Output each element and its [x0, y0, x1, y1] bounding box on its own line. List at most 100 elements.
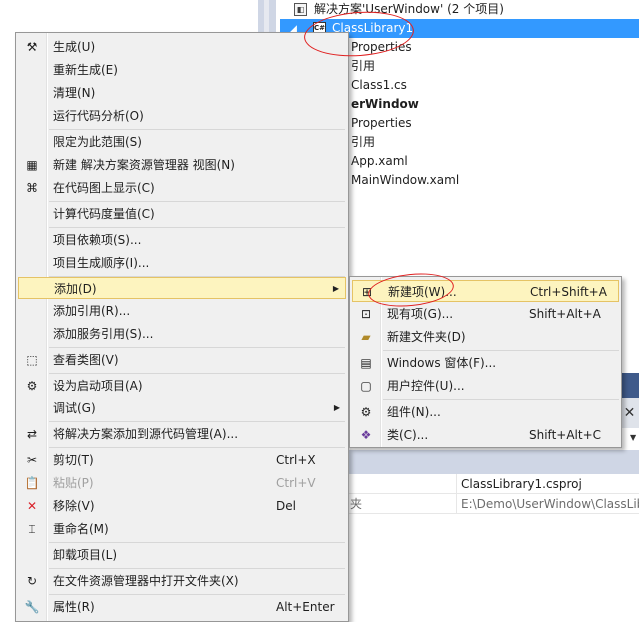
- menu-item-add-service-reference[interactable]: 添加服务引用(S)...: [18, 323, 346, 345]
- menu-separator: [49, 594, 345, 595]
- menu-item-label: 组件(N)...: [387, 405, 441, 419]
- menu-item-label: 用户控件(U)...: [387, 379, 465, 393]
- menu-item-new-explorer-view[interactable]: ▦ 新建 解决方案资源管理器 视图(N): [18, 154, 346, 176]
- menu-item-code-metrics[interactable]: 计算代码度量值(C): [18, 203, 346, 225]
- tree-item-label: Properties: [351, 40, 412, 54]
- menu-item-windows-form[interactable]: ▤ Windows 窗体(F)...: [352, 352, 619, 374]
- menu-separator: [49, 568, 345, 569]
- menu-item-shortcut: Ctrl+X: [276, 453, 316, 467]
- source-control-icon: ⇄: [26, 427, 38, 441]
- menu-item-debug[interactable]: 调试(G) ▶: [18, 397, 346, 419]
- tree-item-label: Properties: [351, 116, 412, 130]
- menu-item-add-reference[interactable]: 添加引用(R)...: [18, 300, 346, 322]
- menu-item-rename[interactable]: ⌶ 重命名(M): [18, 518, 346, 540]
- menu-item-label: 重命名(M): [53, 522, 109, 536]
- properties-header: [340, 450, 639, 474]
- menu-item-new-item[interactable]: ⊞ 新建项(W)... Ctrl+Shift+A: [352, 280, 619, 302]
- tree-item[interactable]: Properties: [351, 38, 412, 57]
- menu-item-project-dependencies[interactable]: 项目依赖项(S)...: [18, 229, 346, 251]
- menu-item-properties[interactable]: 🔧 属性(R) Alt+Enter: [18, 596, 346, 618]
- menu-item-remove[interactable]: ✕ 移除(V) Del: [18, 495, 346, 517]
- menu-separator: [383, 399, 619, 400]
- menu-item-shortcut: Shift+Alt+C: [529, 428, 602, 442]
- code-map-icon: ⌘: [26, 181, 38, 195]
- menu-item-new-folder[interactable]: ▰ 新建文件夹(D): [352, 326, 619, 348]
- menu-item-component[interactable]: ⚙ 组件(N)...: [352, 401, 619, 423]
- menu-item-label: 添加服务引用(S)...: [53, 327, 154, 341]
- menu-separator: [49, 201, 345, 202]
- menu-item-label: 添加(D): [54, 282, 97, 296]
- property-key: 夹: [350, 497, 363, 511]
- menu-item-user-control[interactable]: ▢ 用户控件(U)...: [352, 375, 619, 397]
- menu-item-shortcut: Ctrl+V: [276, 476, 316, 490]
- menu-item-class[interactable]: ❖ 类(C)... Shift+Alt+C: [352, 424, 619, 446]
- tree-item-label: Class1.cs: [351, 78, 407, 92]
- windows-form-icon: ▤: [360, 356, 372, 370]
- tree-item[interactable]: Class1.cs: [351, 76, 407, 95]
- paste-icon: 📋: [24, 476, 40, 490]
- menu-item-view-class-diagram[interactable]: ⬚ 查看类图(V): [18, 349, 346, 371]
- menu-item-code-analysis[interactable]: 运行代码分析(O): [18, 105, 346, 127]
- table-row[interactable]: ClassLibrary1.csproj: [340, 474, 639, 494]
- menu-item-cut[interactable]: ✂ 剪切(T) Ctrl+X: [18, 449, 346, 471]
- menu-item-label: 属性(R): [53, 600, 95, 614]
- menu-separator: [49, 227, 345, 228]
- menu-item-label: 类(C)...: [387, 428, 429, 442]
- wrench-icon: 🔧: [24, 600, 40, 614]
- tree-item[interactable]: erWindow: [351, 95, 419, 114]
- menu-item-add-to-source-control[interactable]: ⇄ 将解决方案添加到源代码管理(A)...: [18, 423, 346, 445]
- tree-item-label: 引用: [351, 135, 376, 149]
- menu-item-scope-to-this[interactable]: 限定为此范围(S): [18, 131, 346, 153]
- menu-item-label: 现有项(G)...: [387, 307, 454, 321]
- menu-item-build-order[interactable]: 项目生成顺序(I)...: [18, 252, 346, 274]
- menu-separator: [49, 347, 345, 348]
- menu-item-label: 设为启动项目(A): [53, 379, 143, 393]
- menu-item-shortcut: Shift+Alt+A: [529, 307, 601, 321]
- menu-item-label: 在文件资源管理器中打开文件夹(X): [53, 574, 239, 588]
- tree-item-label: App.xaml: [351, 154, 408, 168]
- solution-label: 解决方案'UserWindow' (2 个项目): [314, 2, 504, 16]
- menu-item-label: 项目依赖项(S)...: [53, 233, 142, 247]
- menu-item-rebuild[interactable]: 重新生成(E): [18, 59, 346, 81]
- tree-item[interactable]: 引用: [351, 133, 375, 152]
- menu-item-show-on-code-map[interactable]: ⌘ 在代码图上显示(C): [18, 177, 346, 199]
- menu-item-label: 重新生成(E): [53, 63, 118, 77]
- column-divider: [456, 494, 457, 514]
- menu-item-set-startup[interactable]: ⚙ 设为启动项目(A): [18, 375, 346, 397]
- menu-item-label: 调试(G): [53, 401, 96, 415]
- menu-item-open-in-explorer[interactable]: ↻ 在文件资源管理器中打开文件夹(X): [18, 570, 346, 592]
- tree-item[interactable]: App.xaml: [351, 152, 408, 171]
- menu-item-paste: 📋 粘贴(P) Ctrl+V: [18, 472, 346, 494]
- menu-item-label: 生成(U): [53, 40, 96, 54]
- context-menu: ⚒ 生成(U) 重新生成(E) 清理(N) 运行代码分析(O) 限定为此范围(S…: [15, 32, 349, 622]
- menu-separator: [49, 447, 345, 448]
- class-icon: ❖: [360, 428, 372, 442]
- menu-separator: [49, 373, 345, 374]
- menu-item-clean[interactable]: 清理(N): [18, 82, 346, 104]
- menu-item-add[interactable]: 添加(D) ▶: [18, 277, 346, 299]
- menu-item-unload-project[interactable]: 卸载项目(L): [18, 544, 346, 566]
- property-value: E:\Demo\UserWindow\ClassLib: [461, 497, 639, 511]
- menu-item-existing-item[interactable]: ⊡ 现有项(G)... Shift+Alt+A: [352, 303, 619, 325]
- gear-icon: ⚙: [26, 379, 38, 393]
- tree-item-label: MainWindow.xaml: [351, 173, 460, 187]
- submenu-arrow-icon: ▶: [332, 284, 339, 293]
- component-icon: ⚙: [360, 405, 372, 419]
- tree-item[interactable]: Properties: [351, 114, 412, 133]
- close-icon[interactable]: ✕: [620, 398, 639, 428]
- menu-item-label: 查看类图(V): [53, 353, 119, 367]
- column-divider: [456, 474, 457, 494]
- add-submenu: ⊞ 新建项(W)... Ctrl+Shift+A ⊡ 现有项(G)... Shi…: [349, 276, 622, 448]
- tree-item[interactable]: 引用: [351, 57, 375, 76]
- table-row[interactable]: 夹 E:\Demo\UserWindow\ClassLib: [340, 494, 639, 514]
- menu-item-label: 将解决方案添加到源代码管理(A)...: [53, 427, 239, 441]
- menu-separator: [383, 350, 619, 351]
- menu-item-label: 计算代码度量值(C): [53, 207, 155, 221]
- menu-item-label: 新建 解决方案资源管理器 视图(N): [53, 158, 235, 172]
- menu-item-build[interactable]: ⚒ 生成(U): [18, 36, 346, 58]
- chevron-down-icon[interactable]: ▼: [630, 428, 639, 448]
- remove-icon: ✕: [26, 499, 38, 513]
- menu-separator: [49, 542, 345, 543]
- tree-item[interactable]: MainWindow.xaml: [351, 171, 459, 190]
- menu-item-shortcut: Del: [276, 499, 296, 513]
